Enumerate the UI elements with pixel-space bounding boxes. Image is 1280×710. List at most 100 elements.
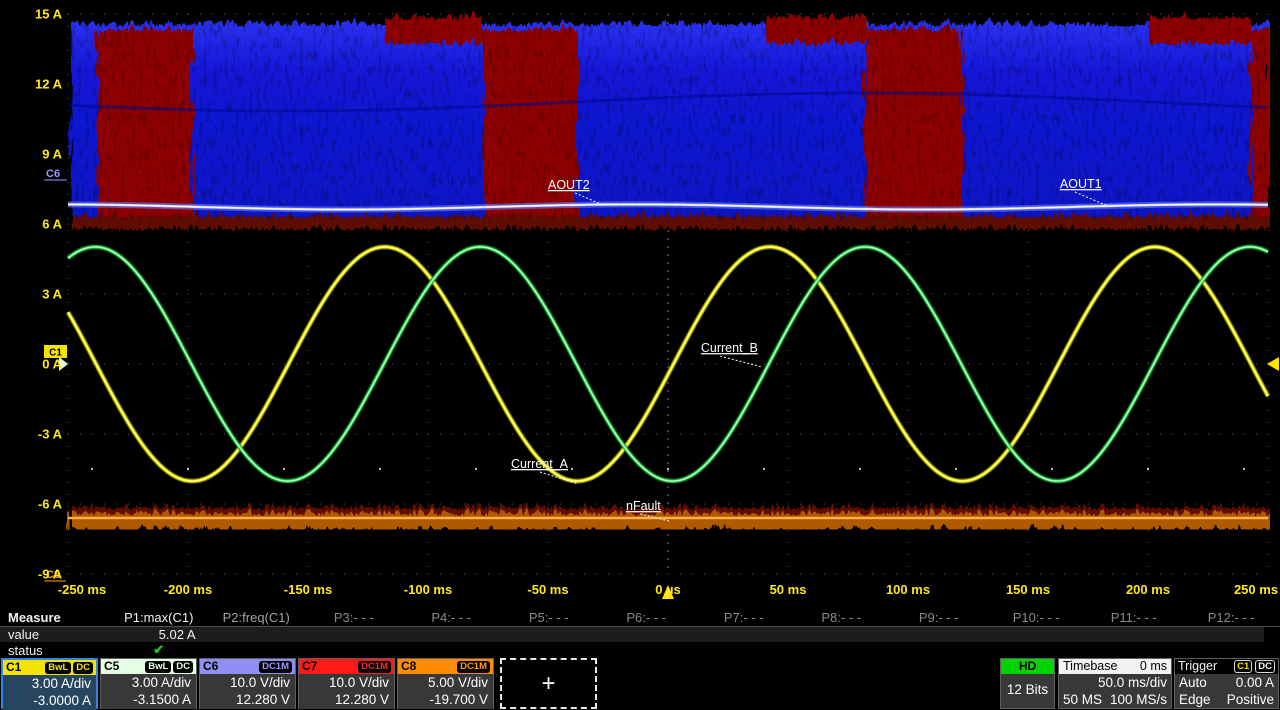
trigger-source-badge: C1 (1234, 660, 1253, 673)
x-axis-label: -100 ms (404, 582, 452, 597)
measure-param-3[interactable]: P3:- - - (305, 610, 403, 625)
measure-param-10[interactable]: P10:- - - (988, 610, 1086, 625)
channel-badge-dc: DC (73, 661, 93, 674)
measure-param-11[interactable]: P11:- - - (1085, 610, 1183, 625)
timebase-scale: 50.0 ms/div (1097, 675, 1167, 690)
channel-box-c8[interactable]: C8 DC1M 5.00 V/div -19.700 V (397, 658, 494, 709)
plus-icon: + (541, 669, 556, 697)
minor-grid-dot (954, 467, 958, 471)
channel-box-c1[interactable]: C1 BwL DC 3.00 A/div -3.0000 A (1, 658, 98, 710)
measure-param-6[interactable]: P6:- - - (598, 610, 696, 625)
trigger-slope: Positive (1226, 691, 1274, 707)
trace-label-current-a[interactable]: Current_A (511, 457, 569, 471)
channel-box-c6[interactable]: C6 DC1M 10.0 V/div 12.280 V (199, 658, 296, 709)
trigger-title: Trigger (1178, 659, 1218, 673)
add-trace-button[interactable]: + (500, 658, 597, 709)
measure-value-row-label: value (8, 627, 40, 642)
timebase-sample-rate: 100 MS/s (1109, 691, 1167, 707)
waveform-display[interactable]: AOUT2 AOUT1Current_ACurrent_BnFaultC6C1C8… (0, 0, 1280, 608)
channel-badge-bwl: BwL (45, 661, 72, 674)
minor-grid-dot (858, 467, 862, 471)
y-axis-label: 12 A (35, 77, 63, 92)
y-axis-label: -9 A (38, 567, 63, 582)
x-axis-label: 250 ms (1234, 582, 1278, 597)
y-axis-label: -6 A (38, 497, 63, 512)
measure-param-1[interactable]: P1:max(C1) (110, 610, 208, 625)
minor-grid-dot (1146, 467, 1150, 471)
y-axis-label: 9 A (42, 147, 62, 162)
minor-grid-dot (1050, 467, 1054, 471)
minor-grid-dot (474, 467, 478, 471)
channel-id-label: C7 (302, 659, 318, 673)
y-axis-label: -3 A (38, 427, 63, 442)
channel-offset: -19.700 V (429, 691, 488, 707)
trigger-type: Edge (1179, 691, 1211, 707)
c6-trace-marker[interactable]: C6 (46, 168, 60, 180)
channel-scale: 10.0 V/div (229, 675, 290, 690)
x-axis-label: 50 ms (770, 582, 807, 597)
channel-offset: 12.280 V (235, 691, 290, 707)
trigger-mode: Auto (1179, 675, 1207, 690)
minor-grid-dot (666, 467, 670, 471)
x-axis-label: -50 ms (527, 582, 568, 597)
y-axis-label: 15 A (35, 7, 63, 22)
channel-offset: -3.1500 A (133, 691, 191, 707)
measure-param-5[interactable]: P5:- - - (500, 610, 598, 625)
channel-badge-dc1m: DC1M (457, 660, 490, 673)
trigger-level: 0.00 A (1235, 675, 1274, 690)
channel-id-label: C8 (401, 659, 417, 673)
x-axis-label: -200 ms (164, 582, 212, 597)
measure-status-1: ✔ (153, 642, 165, 657)
minor-grid-dot (1242, 467, 1246, 471)
timebase-offset: 0 ms (1139, 659, 1167, 673)
trace-label-current-b[interactable]: Current_B (701, 341, 758, 355)
measure-param-7[interactable]: P7:- - - (695, 610, 793, 625)
minor-grid-dot (570, 467, 574, 471)
x-axis-label: 100 ms (886, 582, 930, 597)
timebase-box[interactable]: Timebase 0 ms 50.0 ms/div 50 MS 100 MS/s (1058, 658, 1172, 709)
bottom-panel: Measure P1:max(C1) P2:freq(C1) P3:- - - P4:… (0, 608, 1280, 710)
y-axis-label: 3 A (42, 287, 62, 302)
channel-scale: 5.00 V/div (427, 675, 488, 690)
measure-title: Measure (8, 609, 61, 625)
channel-offset: 12.280 V (334, 691, 389, 707)
channel-badge-dc1m: DC1M (259, 660, 292, 673)
measure-status-row-label: status (8, 642, 43, 658)
descriptor-row: + HD 12 Bits Timebase 0 ms 50.0 ms/div 5… (0, 658, 1280, 710)
measure-table: Measure P1:max(C1) P2:freq(C1) P3:- - - P4:… (0, 608, 1280, 658)
minor-grid-dot (90, 467, 94, 471)
hd-bits-label: 12 Bits (1006, 682, 1049, 697)
measure-param-9[interactable]: P9:- - - (890, 610, 988, 625)
y-axis-label: 0 A (42, 357, 62, 372)
trigger-box[interactable]: Trigger C1 DC Auto 0.00 A Edge Positive (1174, 658, 1279, 709)
channel-badge-dc1m: DC1M (358, 660, 391, 673)
minor-grid-dot (762, 467, 766, 471)
minor-grid-dot (186, 467, 190, 471)
timebase-title: Timebase (1063, 659, 1118, 673)
x-axis-label: -250 ms (58, 582, 106, 597)
channel-offset: -3.0000 A (33, 692, 91, 708)
trace-label-aout1[interactable]: AOUT1 (1060, 177, 1102, 191)
channel-scale: 3.00 A/div (31, 676, 91, 691)
channel-id-label: C1 (6, 660, 22, 674)
acquisition-box[interactable]: HD 12 Bits (1000, 658, 1055, 709)
hd-mode-badge: HD (1001, 659, 1054, 674)
timebase-record-length: 50 MS (1063, 691, 1103, 707)
x-axis-label: -150 ms (284, 582, 332, 597)
x-axis-label: 0 µs (655, 582, 681, 597)
trace-label-aout2[interactable]: AOUT2 (548, 178, 590, 192)
channel-box-c5[interactable]: C5 BwL DC 3.00 A/div -3.1500 A (100, 658, 197, 709)
measure-param-4[interactable]: P4:- - - (403, 610, 501, 625)
channel-box-c7[interactable]: C7 DC1M 10.0 V/div 12.280 V (298, 658, 395, 709)
x-axis-label: 150 ms (1006, 582, 1050, 597)
channel-badge-bwl: BwL (145, 660, 172, 673)
measure-param-2[interactable]: P2:freq(C1) (208, 610, 306, 625)
channel-scale: 10.0 V/div (328, 675, 389, 690)
channel-id-label: C5 (104, 659, 120, 673)
trigger-coupling-badge: DC (1255, 660, 1275, 673)
channel-id-label: C6 (203, 659, 219, 673)
channel-badge-dc: DC (173, 660, 193, 673)
measure-param-12[interactable]: P12:- - - (1183, 610, 1280, 625)
measure-param-8[interactable]: P8:- - - (793, 610, 891, 625)
trace-label-nfault[interactable]: nFault (626, 499, 661, 513)
